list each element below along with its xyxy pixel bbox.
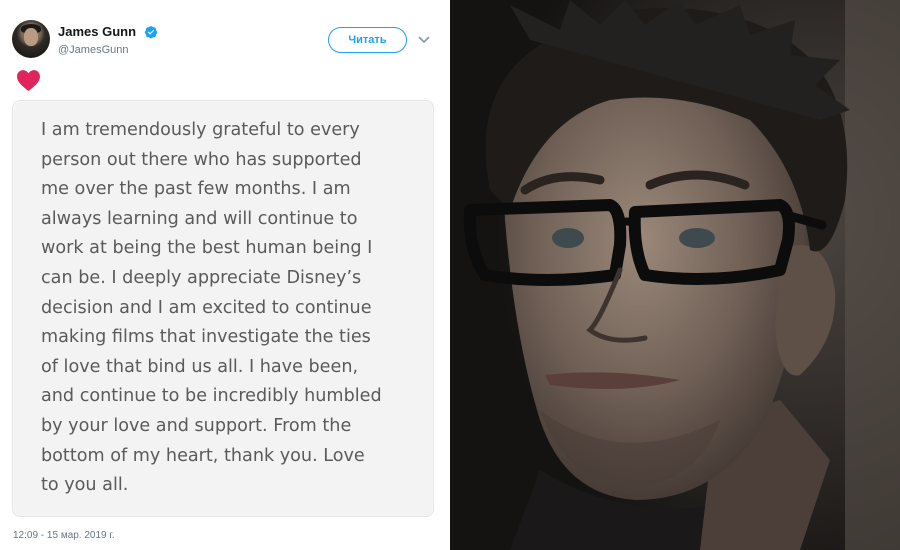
- glasses-bridge: [612, 217, 641, 229]
- tweet-timestamp[interactable]: 12:09 - 15 мар. 2019 г.: [13, 530, 115, 541]
- notes-screenshot: I am tremendously grateful to every pers…: [12, 100, 434, 517]
- follow-button[interactable]: Читать: [328, 27, 407, 53]
- user-handle[interactable]: @JamesGunn: [58, 44, 158, 56]
- avatar-face: [24, 28, 38, 46]
- heart-icon: [17, 70, 40, 91]
- background-column: [845, 0, 900, 550]
- tweet-header: James Gunn @JamesGunn Читать: [12, 20, 438, 64]
- portrait-illustration: [450, 0, 900, 550]
- user-block[interactable]: James Gunn @JamesGunn: [58, 23, 158, 56]
- right-eye: [679, 228, 715, 248]
- display-name[interactable]: James Gunn: [58, 24, 136, 39]
- left-eye: [552, 228, 584, 248]
- statement-text: I am tremendously grateful to every pers…: [41, 120, 382, 496]
- avatar[interactable]: [12, 20, 50, 58]
- verified-badge-icon: [145, 25, 158, 39]
- chevron-down-icon[interactable]: [418, 35, 430, 45]
- tweet-card: James Gunn @JamesGunn Читать I am tremen…: [0, 0, 450, 550]
- portrait-photo: [450, 0, 900, 550]
